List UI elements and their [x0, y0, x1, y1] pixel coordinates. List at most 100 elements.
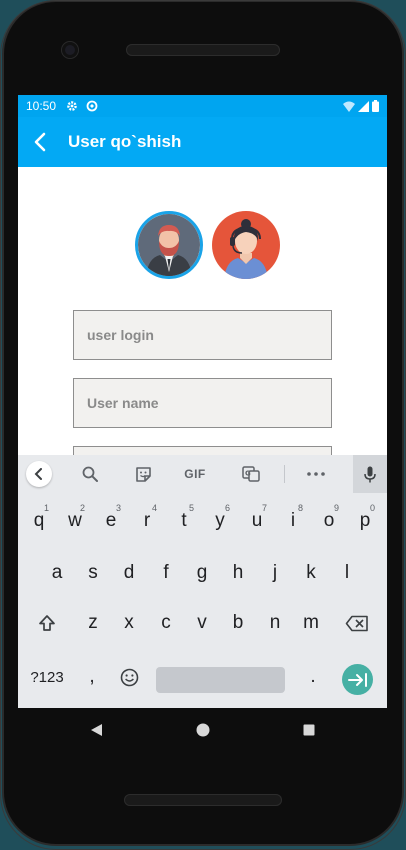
- soft-keyboard: GIF G q1 w2 e3 r4 t5 y6 u7 i8 o9 p0 a s …: [18, 455, 387, 708]
- emoji-key[interactable]: [116, 661, 142, 693]
- key-label: u: [251, 510, 263, 531]
- key-k[interactable]: k: [297, 555, 325, 591]
- key-hint: 4: [151, 503, 157, 513]
- search-button[interactable]: [78, 462, 102, 486]
- key-label: o: [323, 510, 335, 531]
- nav-home-button[interactable]: [193, 720, 213, 740]
- key-hint: 8: [297, 503, 303, 513]
- svg-text:G: G: [245, 470, 251, 478]
- backspace-key[interactable]: [340, 605, 374, 641]
- key-e[interactable]: e3: [97, 503, 125, 539]
- key-hint: 6: [224, 503, 230, 513]
- chevron-left-icon: [34, 132, 46, 152]
- male-avatar[interactable]: [135, 211, 203, 279]
- gif-button[interactable]: GIF: [181, 462, 209, 486]
- key-label: p: [359, 510, 371, 531]
- nav-recents-button[interactable]: [299, 720, 319, 740]
- app-bar: User qo`shish: [18, 117, 387, 167]
- back-triangle-icon: [90, 724, 102, 736]
- key-l[interactable]: l: [333, 555, 361, 591]
- key-x[interactable]: x: [115, 605, 143, 641]
- next-icon: [347, 672, 367, 687]
- key-hint: 3: [115, 503, 121, 513]
- nav-back-button[interactable]: [86, 720, 106, 740]
- home-circle-icon: [196, 723, 210, 737]
- wifi-icon: [343, 101, 355, 115]
- key-label: i: [290, 510, 296, 531]
- system-nav-bar: [0, 708, 406, 752]
- period-key[interactable]: .: [301, 661, 325, 693]
- key-c[interactable]: c: [152, 605, 180, 641]
- settings-icon: [66, 100, 78, 112]
- key-hint: 2: [79, 503, 85, 513]
- key-u[interactable]: u7: [243, 503, 271, 539]
- key-a[interactable]: a: [43, 555, 71, 591]
- key-hint: 9: [333, 503, 339, 513]
- key-o[interactable]: o9: [315, 503, 343, 539]
- earpiece-speaker: [126, 44, 280, 56]
- symbols-key[interactable]: ?123: [24, 661, 70, 693]
- status-bar: 10:50: [18, 95, 387, 117]
- key-g[interactable]: g: [188, 555, 216, 591]
- female-avatar[interactable]: [212, 211, 280, 279]
- keyboard-collapse-button[interactable]: [26, 461, 52, 487]
- key-b[interactable]: b: [224, 605, 252, 641]
- key-f[interactable]: f: [152, 555, 180, 591]
- emoji-icon: [120, 668, 138, 686]
- key-i[interactable]: i8: [279, 503, 307, 539]
- user-name-input[interactable]: [87, 395, 331, 411]
- user-login-input[interactable]: [87, 327, 331, 343]
- key-hint: 0: [369, 503, 375, 513]
- recents-square-icon: [303, 724, 315, 736]
- back-button[interactable]: [24, 126, 56, 158]
- key-label: t: [181, 510, 187, 531]
- key-s[interactable]: s: [79, 555, 107, 591]
- key-p[interactable]: p0: [351, 503, 379, 539]
- app-screen: 10:50 User qo`shish user login User name…: [18, 95, 387, 708]
- status-time: 10:50: [26, 99, 57, 113]
- key-w[interactable]: w2: [61, 503, 89, 539]
- keyboard-toolbar: GIF G: [18, 455, 387, 493]
- bottom-speaker: [124, 794, 282, 806]
- key-label: w: [68, 510, 82, 531]
- key-z[interactable]: z: [79, 605, 107, 641]
- key-label: e: [105, 510, 117, 531]
- more-button[interactable]: [304, 462, 328, 486]
- key-label: r: [143, 510, 151, 531]
- key-hint: 1: [43, 503, 49, 513]
- key-label: y: [215, 510, 225, 531]
- user-login-field[interactable]: [73, 310, 332, 360]
- user-name-field[interactable]: [73, 378, 332, 428]
- key-t[interactable]: t5: [170, 503, 198, 539]
- key-v[interactable]: v: [188, 605, 216, 641]
- signal-icon: [358, 100, 369, 115]
- chevron-left-icon: [34, 468, 42, 480]
- front-camera: [62, 42, 78, 58]
- key-hint: 7: [261, 503, 267, 513]
- key-m[interactable]: m: [297, 605, 325, 641]
- sticker-button[interactable]: [131, 462, 155, 486]
- status-right-icons: [343, 100, 379, 115]
- translate-icon: G: [242, 466, 260, 482]
- search-icon: [82, 466, 98, 482]
- key-hint: 5: [188, 503, 194, 513]
- key-j[interactable]: j: [261, 555, 289, 591]
- shift-key[interactable]: [32, 605, 62, 641]
- mic-button[interactable]: [353, 455, 387, 493]
- key-h[interactable]: h: [224, 555, 252, 591]
- key-r[interactable]: r4: [133, 503, 161, 539]
- battery-icon: [372, 100, 379, 115]
- sticker-icon: [135, 466, 151, 482]
- page-title: User qo`shish: [68, 132, 182, 151]
- backspace-icon: [345, 615, 368, 631]
- space-key[interactable]: [156, 667, 285, 693]
- comma-key[interactable]: ,: [80, 661, 104, 693]
- toolbar-divider: [284, 465, 285, 483]
- key-d[interactable]: d: [115, 555, 143, 591]
- more-icon: [307, 472, 325, 476]
- enter-key[interactable]: [342, 664, 373, 695]
- key-n[interactable]: n: [261, 605, 289, 641]
- key-q[interactable]: q1: [25, 503, 53, 539]
- key-y[interactable]: y6: [206, 503, 234, 539]
- translate-button[interactable]: G: [239, 462, 263, 486]
